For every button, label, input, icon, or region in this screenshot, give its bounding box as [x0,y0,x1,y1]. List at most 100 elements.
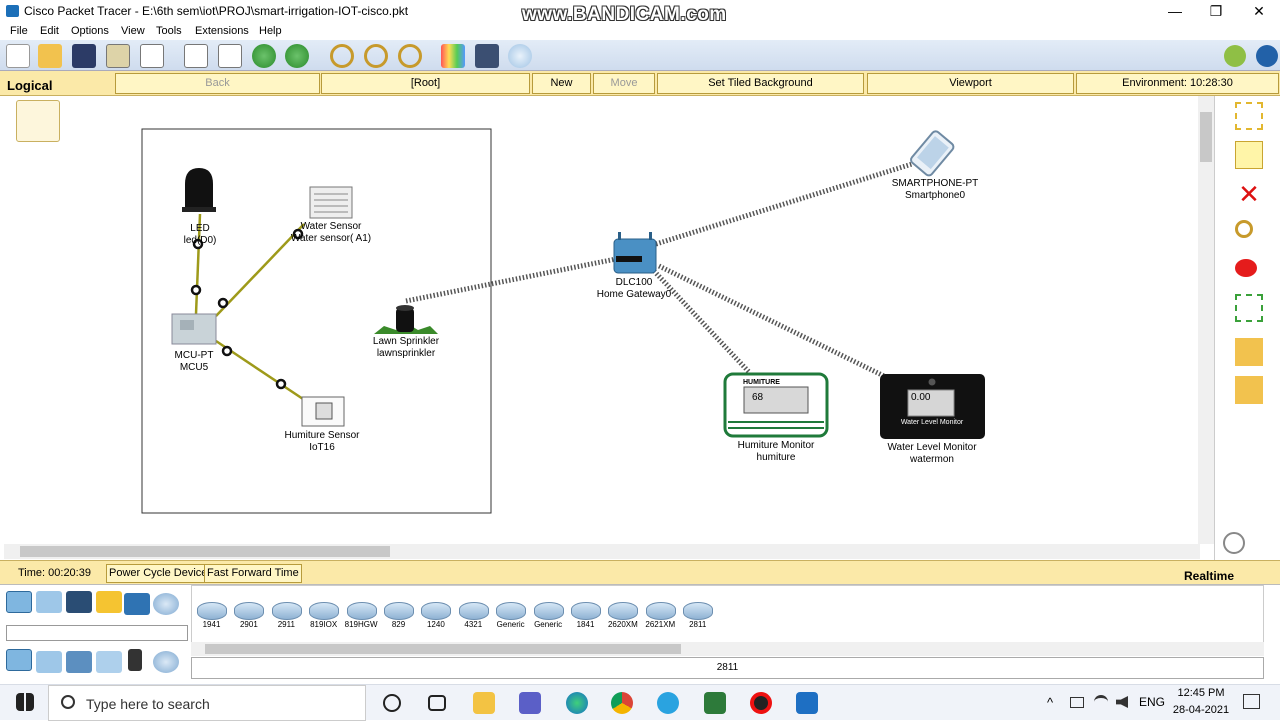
minimize-button[interactable]: — [1160,2,1190,20]
device-model-item[interactable]: 2911 [270,600,303,630]
delete-tool-icon[interactable]: ✕ [1235,180,1263,208]
language-indicator[interactable]: ENG [1139,695,1165,709]
activity-wizard-icon[interactable] [140,44,164,68]
clock-time[interactable]: 12:45 PM [1172,687,1230,699]
device-search-field[interactable] [6,625,188,641]
connections-icon[interactable] [96,591,122,613]
notifications-icon[interactable] [1243,694,1260,709]
end-devices-icon[interactable] [36,591,62,613]
device-list-scrollbar[interactable] [191,642,1264,656]
power-cycle-button[interactable]: Power Cycle Devices [106,564,216,583]
resize-tool-icon[interactable] [1235,294,1263,322]
clock-icon[interactable] [1223,532,1245,554]
misc-icon[interactable] [124,593,150,615]
device-model-item[interactable]: 1941 [195,600,228,630]
device-model-item[interactable]: Generic [494,600,527,630]
device-model-item[interactable]: 1841 [569,600,602,630]
bandicam-record-icon[interactable] [750,692,772,714]
menu-view[interactable]: View [121,25,145,37]
wireless-devices-icon[interactable] [96,651,122,673]
show-hidden-icons[interactable]: ^ [1047,695,1053,710]
taskbar-search-box[interactable]: Type here to search [48,685,366,721]
open-folder-icon[interactable] [38,44,62,68]
multiuser-icon[interactable] [153,593,179,615]
media-player-icon[interactable] [796,692,818,714]
volume-icon[interactable] [1116,696,1128,708]
info-icon[interactable] [1224,45,1246,67]
add-complex-pdu-icon[interactable] [1235,376,1263,404]
device-model-item[interactable]: 2901 [232,600,265,630]
root-button[interactable]: [Root] [321,73,530,94]
back-button[interactable]: Back [115,73,320,94]
device-model-item[interactable]: 2621XM [644,600,677,630]
zoom-reset-icon[interactable] [364,44,388,68]
viewport-button[interactable]: Viewport [867,73,1074,94]
start-windows-icon[interactable] [16,693,34,711]
undo-icon[interactable] [252,44,276,68]
device-model-item[interactable]: 1240 [419,600,452,630]
menu-extensions[interactable]: Extensions [195,25,249,37]
help-icon[interactable] [1256,45,1278,67]
cortana-icon[interactable] [383,694,401,712]
device-model-item[interactable]: 819IOX [307,600,340,630]
device-model-item[interactable]: 2811 [681,600,714,630]
custom-device-icon[interactable] [475,44,499,68]
fast-forward-button[interactable]: Fast Forward Time [204,564,302,583]
draw-ellipse-icon[interactable] [1235,259,1257,277]
menu-help[interactable]: Help [259,25,282,37]
new-cluster-button[interactable]: New Cluster [532,73,591,108]
device-model-item[interactable]: Generic [532,600,565,630]
cloud-icon[interactable] [508,44,532,68]
canvas-vertical-scrollbar[interactable] [1198,96,1214,544]
select-tool-icon[interactable] [1235,102,1263,130]
routers-icon[interactable] [6,649,32,671]
clock-date[interactable]: 28-04-2021 [1170,704,1232,716]
add-simple-pdu-icon[interactable] [1235,338,1263,366]
restore-button[interactable]: ❐ [1201,2,1231,20]
components-icon[interactable] [66,591,92,613]
zoom-out-icon[interactable] [398,44,422,68]
device-model-item[interactable]: 2620XM [606,600,639,630]
device-model-item[interactable]: 819HGW [345,600,378,630]
security-icon[interactable] [128,649,142,671]
teams-icon[interactable] [519,692,541,714]
hubs-icon[interactable] [66,651,92,673]
menu-file[interactable]: File [10,25,28,37]
packet-tracer-icon[interactable] [704,692,726,714]
zoom-in-icon[interactable] [330,44,354,68]
menu-tools[interactable]: Tools [156,25,182,37]
move-object-button[interactable]: Move Object [593,73,655,108]
switches-icon[interactable] [36,651,62,673]
copy-icon[interactable] [184,44,208,68]
logical-canvas[interactable]: LED led(D0) Water Sensor Water sensor( A1)… [4,96,1200,544]
network-devices-icon[interactable] [6,591,32,613]
device-list-scroll-thumb[interactable] [205,644,681,654]
menu-edit[interactable]: Edit [40,25,59,37]
close-button[interactable]: ✕ [1244,2,1274,20]
inspect-tool-icon[interactable] [1235,220,1253,238]
device-model-item[interactable]: 829 [382,600,415,630]
battery-icon[interactable] [1070,697,1084,708]
paste-icon[interactable] [218,44,242,68]
canvas-horizontal-scrollbar[interactable] [4,544,1200,559]
chrome-icon[interactable] [611,692,633,714]
device-model-item[interactable]: 4321 [457,600,490,630]
horizontal-scroll-thumb[interactable] [20,546,390,557]
print-icon[interactable] [106,44,130,68]
save-icon[interactable] [72,44,96,68]
file-explorer-icon[interactable] [473,692,495,714]
task-view-icon[interactable] [428,695,446,711]
redo-icon[interactable] [285,44,309,68]
environment-button[interactable]: Environment: 10:28:30 [1076,73,1279,94]
new-file-icon[interactable] [6,44,30,68]
cluster-navigator-icon[interactable] [16,100,60,142]
menu-options[interactable]: Options [71,25,109,37]
palette-icon[interactable] [441,44,465,68]
vertical-scroll-thumb[interactable] [1200,112,1212,162]
note-tool-icon[interactable] [1235,141,1263,169]
edge-icon[interactable] [566,692,588,714]
wifi-icon[interactable] [1094,695,1108,709]
telegram-icon[interactable] [657,692,679,714]
wan-emulation-icon[interactable] [153,651,179,673]
realtime-mode[interactable]: Realtime [1184,569,1234,583]
